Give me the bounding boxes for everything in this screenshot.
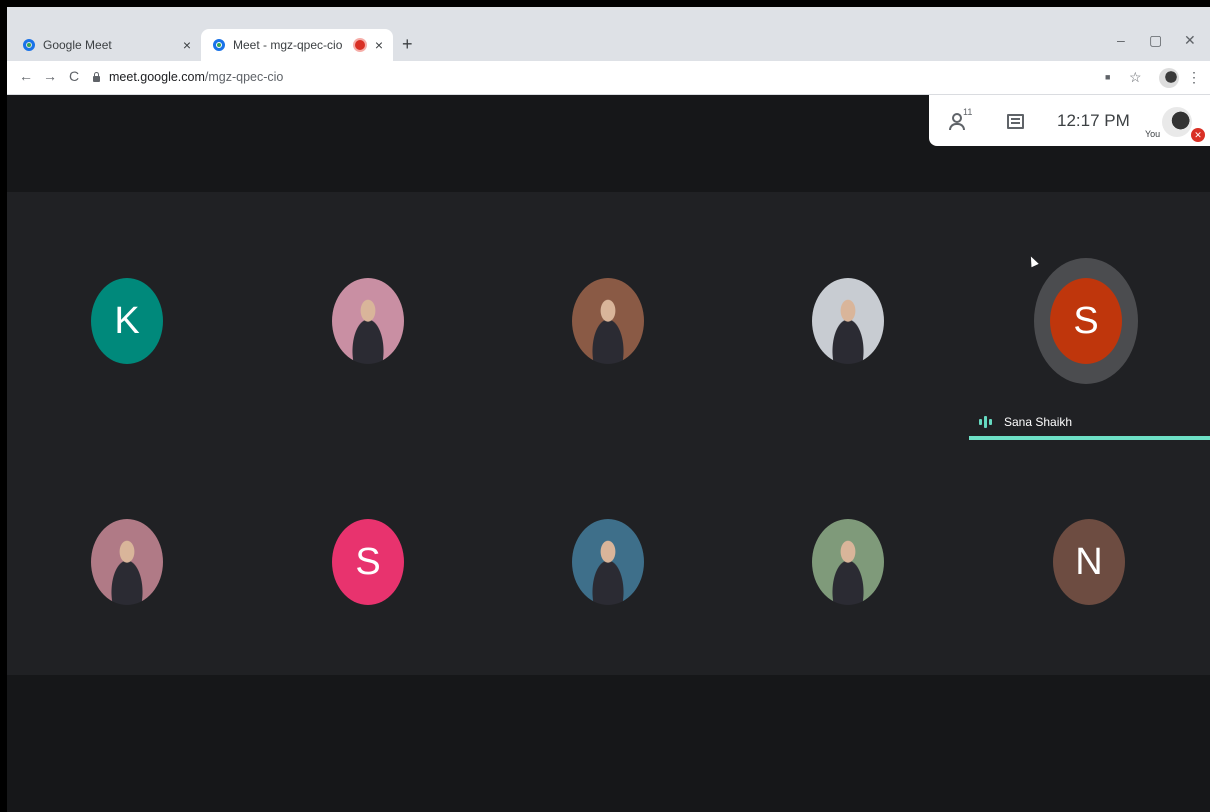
- close-window-button[interactable]: ✕: [1184, 32, 1196, 49]
- meet-top-bar: 11 12:17 PM You ✕: [929, 95, 1210, 146]
- participant-photo[interactable]: [812, 278, 884, 364]
- browser-window: Google Meet × Meet - mgz-qpec-cio × + – …: [7, 7, 1210, 812]
- bottom-letterbox: [7, 675, 1210, 812]
- speaking-indicator-icon: [979, 416, 994, 428]
- reload-button[interactable]: C: [69, 68, 79, 84]
- tab-strip: Google Meet × Meet - mgz-qpec-cio × + – …: [7, 7, 1210, 61]
- minimize-button[interactable]: –: [1117, 32, 1125, 48]
- lock-icon: [93, 72, 100, 82]
- speaker-name-tag: Sana Shaikh: [979, 415, 1072, 429]
- meeting-time: 12:17 PM: [1057, 111, 1130, 130]
- tab-close-icon[interactable]: ×: [375, 37, 383, 53]
- camera-icon[interactable]: ■: [1105, 72, 1110, 82]
- speaking-bar: [969, 436, 1210, 440]
- tab-close-icon[interactable]: ×: [183, 37, 191, 53]
- address-bar[interactable]: meet.google.com /mgz-qpec-cio: [93, 67, 1093, 87]
- self-avatar[interactable]: [1162, 107, 1192, 137]
- participant-photo[interactable]: [572, 519, 644, 605]
- bookmark-star-icon[interactable]: ☆: [1129, 69, 1142, 86]
- mouse-cursor: [1027, 254, 1039, 268]
- participant-photo[interactable]: [332, 278, 404, 364]
- participant-count: 11: [963, 107, 973, 117]
- forward-button[interactable]: →: [43, 68, 57, 84]
- self-label: You: [1145, 129, 1161, 139]
- tab-google-meet[interactable]: Google Meet ×: [13, 29, 201, 61]
- speaker-name: Sana Shaikh: [1004, 415, 1073, 429]
- participant-photo[interactable]: [812, 519, 884, 605]
- back-button[interactable]: ←: [19, 68, 33, 84]
- mic-off-icon: ✕: [1191, 128, 1205, 142]
- maximize-button[interactable]: ▢: [1149, 32, 1162, 49]
- active-speaker-avatar[interactable]: S: [1050, 278, 1122, 364]
- browser-menu-icon[interactable]: ⋮: [1187, 69, 1201, 86]
- participant-photo[interactable]: [91, 519, 163, 605]
- tab-meet-call[interactable]: Meet - mgz-qpec-cio ×: [201, 29, 393, 61]
- meet-favicon-icon: [213, 39, 225, 51]
- chat-icon[interactable]: [1007, 114, 1024, 129]
- participant-avatar[interactable]: S: [332, 519, 404, 605]
- participant-avatar[interactable]: K: [91, 278, 163, 364]
- url-path: /mgz-qpec-cio: [204, 70, 284, 84]
- profile-avatar[interactable]: [1159, 68, 1179, 88]
- meet-favicon-icon: [23, 39, 35, 51]
- participant-avatar[interactable]: N: [1053, 519, 1125, 605]
- recording-indicator-icon: [355, 40, 365, 50]
- tab-title: Google Meet: [43, 38, 112, 52]
- participant-photo[interactable]: [572, 278, 644, 364]
- browser-toolbar: ← → C meet.google.com /mgz-qpec-cio ■ ☆ …: [7, 61, 1210, 95]
- url-host: meet.google.com: [109, 70, 205, 84]
- meet-stage: 11 12:17 PM You ✕ K S Sana Shaikh S N: [7, 95, 1210, 812]
- new-tab-button[interactable]: +: [402, 34, 413, 55]
- tab-title: Meet - mgz-qpec-cio: [233, 38, 343, 52]
